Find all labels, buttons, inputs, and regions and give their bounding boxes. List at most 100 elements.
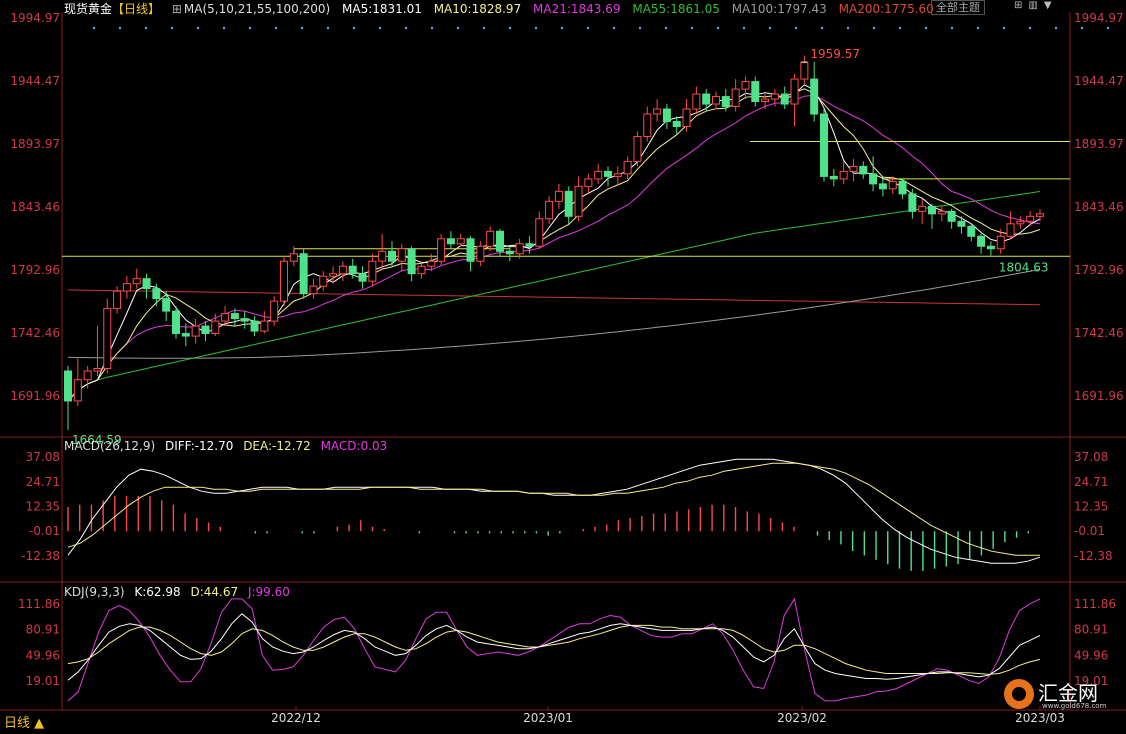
macd-tick-label: -12.38 [21, 549, 60, 563]
price-tick-label: 1944.47 [10, 74, 60, 88]
candle-body [250, 320, 259, 332]
price-tick-label: 1742.46 [10, 326, 60, 340]
candle-body [93, 368, 102, 372]
marker-dot [404, 26, 408, 30]
ma200-line [67, 289, 1041, 306]
kdj-tick-label: 19.01 [26, 674, 60, 688]
toolbar-icons[interactable]: ⊞▥▼ [1014, 0, 1058, 11]
macd-tick-label: 24.71 [26, 475, 60, 489]
kdj-tick-label: 49.96 [26, 648, 60, 662]
candle-body [810, 78, 819, 115]
candle-body [702, 93, 711, 105]
candle-body [643, 113, 652, 137]
candle-body [221, 313, 230, 322]
kdj-header: KDJ(9,3,3) K:62.98 D:44.67 J:99.60 [64, 585, 296, 599]
marker-dot [430, 26, 434, 30]
candle-body [712, 96, 720, 105]
candle-body [918, 205, 927, 212]
macd-dea-line [67, 462, 1040, 556]
candle-body [790, 78, 799, 105]
candle-body [319, 275, 328, 287]
marker-dot [664, 26, 668, 30]
macd-tick-label: 37.08 [1074, 450, 1108, 464]
candle-body [466, 238, 475, 262]
candle-body [446, 238, 455, 245]
candle-body [270, 300, 279, 322]
candle-body [633, 135, 642, 162]
kdj-d: D:44.67 [190, 585, 239, 599]
price-tick-label: 1792.96 [1074, 263, 1124, 277]
ma21-value: MA21:1843.69 [533, 2, 621, 16]
symbol-name: 现货黄金 [64, 2, 113, 16]
price-tick-label: 1893.97 [10, 137, 60, 151]
period-tag: 【日线】 [112, 2, 161, 16]
marker-dot [456, 26, 460, 30]
marker-dot [326, 26, 330, 30]
macd-diff: DIFF:-12.70 [164, 439, 234, 453]
marker-dot [118, 26, 122, 30]
macd-name: MACD(26,12,9) [64, 439, 156, 453]
candle-body [83, 370, 92, 381]
candle-body [820, 113, 828, 177]
candle-body [908, 193, 917, 212]
kdj-name: KDJ(9,3,3) [64, 585, 125, 599]
macd-dea: DEA:-12.72 [243, 439, 311, 453]
marker-dot [690, 26, 694, 30]
candle-body [888, 180, 897, 190]
candle-body [584, 178, 593, 187]
candle-body [122, 283, 131, 292]
candle-body [299, 253, 308, 295]
period-selector[interactable]: 日线 ▲ [4, 712, 44, 731]
x-axis-label: 2022/12 [271, 711, 321, 725]
marker-dot [1002, 26, 1006, 30]
marker-dot [248, 26, 252, 30]
candle-body [574, 185, 583, 217]
candle-body [64, 370, 72, 402]
theme-dropdown[interactable]: 全部主题 [931, 0, 985, 15]
candle-body [486, 230, 495, 247]
candle-body [407, 248, 416, 275]
candle-body [780, 93, 789, 105]
candle-body [211, 320, 220, 335]
price-tick-label: 1691.96 [10, 389, 60, 403]
price-tick-label: 1843.46 [10, 200, 60, 214]
candle-body [947, 210, 956, 222]
candle-body [1036, 213, 1044, 217]
marker-dot [924, 26, 928, 30]
candle-body [73, 379, 82, 402]
candle-body [1006, 223, 1015, 237]
candle-body [201, 325, 210, 335]
marker-dot [274, 26, 278, 30]
candle-body [554, 190, 563, 202]
marker-dot [898, 26, 902, 30]
candle-body [132, 278, 141, 285]
candle-body [594, 170, 603, 180]
candle-body [162, 298, 171, 312]
marker-dot [612, 26, 616, 30]
ma55-value: MA55:1861.05 [632, 2, 720, 16]
ma10-line [67, 88, 1041, 402]
kdj-tick-label: 80.91 [26, 623, 60, 637]
candle-body [113, 290, 122, 310]
logo-icon [1004, 679, 1034, 709]
candle-body [977, 235, 986, 247]
price-tick-label: 1843.46 [1074, 200, 1124, 214]
candle-body [1026, 215, 1035, 222]
candle-body [525, 243, 534, 247]
marker-dot [742, 26, 746, 30]
kdj-k-line [67, 613, 1041, 681]
candle-body [829, 175, 838, 180]
candle-body [338, 265, 347, 275]
ma-params-icon[interactable]: ⊞ [172, 2, 182, 16]
marker-dot [222, 26, 226, 30]
macd-diff-line [67, 458, 1041, 564]
candle-body [427, 260, 436, 267]
kdj-j: J:99.60 [247, 585, 290, 599]
candle-body [181, 333, 190, 337]
candle-body [417, 265, 426, 275]
macd-tick-label: -12.38 [1074, 549, 1113, 563]
candle-body [348, 265, 357, 275]
marker-dot [820, 26, 824, 30]
marker-dot [144, 26, 148, 30]
candle-body [515, 243, 524, 255]
